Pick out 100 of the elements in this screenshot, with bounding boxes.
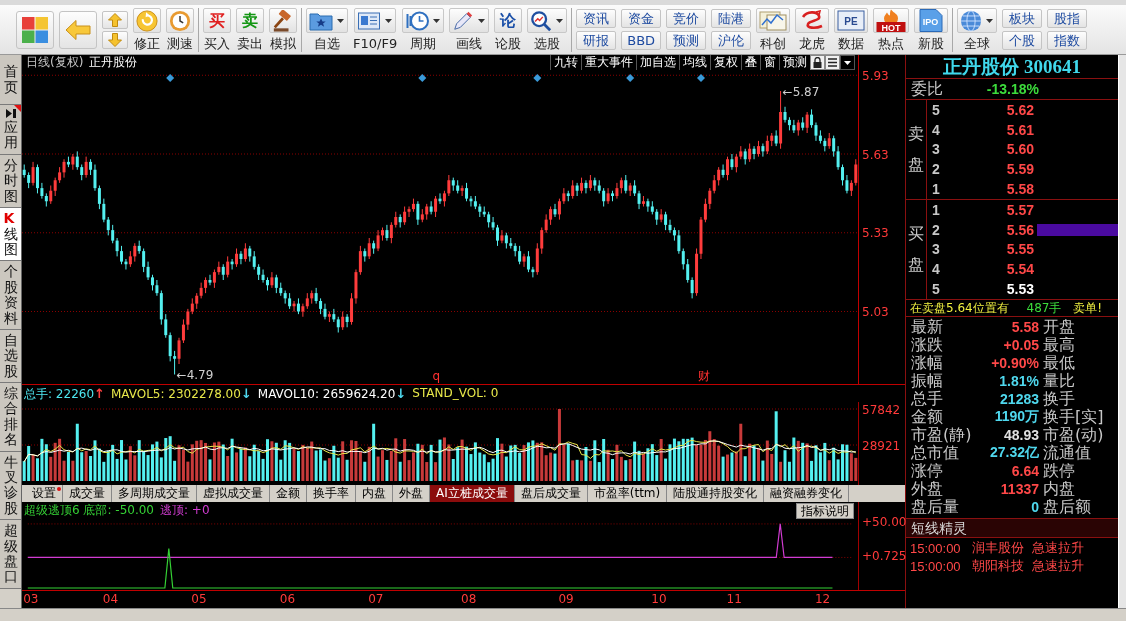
- indicator-axis-label: +0.725: [862, 549, 907, 563]
- ratio-label: 委比: [910, 78, 944, 100]
- candlestick: [434, 195, 438, 218]
- candlestick: [235, 248, 239, 268]
- caret-icon: [478, 18, 486, 23]
- stat-label: 量比: [1042, 372, 1075, 390]
- stat-label: 换手: [1042, 390, 1075, 408]
- grid-icon: [22, 16, 48, 43]
- stat-value: 11337: [1000, 481, 1039, 497]
- toolbar-button[interactable]: BBD: [621, 31, 662, 50]
- candlestick: [40, 182, 44, 200]
- stat-value: +0.05: [1003, 337, 1039, 353]
- alert-stock: 朝阳科技: [972, 557, 1024, 575]
- candlestick: [155, 279, 159, 297]
- price-axis-label: 5.33: [862, 226, 889, 241]
- event-diamond-icon[interactable]: [533, 74, 542, 82]
- candlestick: [142, 248, 146, 273]
- candlestick: [752, 145, 756, 160]
- candlestick: [575, 182, 579, 197]
- date-axis-label: 12: [814, 592, 831, 606]
- event-diamond-icon[interactable]: [626, 74, 635, 82]
- stat-label: 振幅: [910, 372, 943, 390]
- legend-item: 逃顶: +0: [160, 503, 210, 518]
- stat-value: 27.32亿: [989, 444, 1039, 462]
- menu-button[interactable]: [825, 55, 840, 70]
- down-button[interactable]: [102, 30, 128, 49]
- candlestick: [97, 185, 101, 210]
- pencil-icon: [452, 9, 475, 32]
- candlestick: [522, 253, 526, 268]
- chart-tool-button[interactable]: 窗: [760, 55, 779, 70]
- sidebar-tab[interactable]: 牛叉诊股: [0, 451, 21, 521]
- line-chart-icon: [759, 10, 788, 31]
- chart-tool-button[interactable]: 九转: [550, 55, 581, 70]
- indicator-help-button[interactable]: 指标说明: [796, 502, 854, 519]
- sidebar-tab[interactable]: 首页: [0, 55, 21, 105]
- stat-label: 盘后量: [910, 498, 959, 516]
- volume-axis-label: 57842: [862, 403, 901, 417]
- toolbar-button[interactable]: 竞价: [666, 9, 707, 28]
- stat-value: 0: [1031, 499, 1039, 515]
- toolbar-button[interactable]: 预测: [666, 31, 707, 50]
- candlestick: [518, 245, 522, 265]
- stat-label: 市盈(静): [910, 426, 972, 444]
- toolbar-button[interactable]: 指数: [1047, 31, 1088, 50]
- glyph-icon: 卖: [242, 10, 258, 31]
- candlestick: [637, 190, 641, 210]
- event-diamond-icon[interactable]: [166, 74, 175, 82]
- candlestick: [734, 153, 738, 173]
- candlestick: [243, 242, 247, 263]
- sidebar-tab[interactable]: 综合排名: [0, 383, 21, 452]
- candlestick: [274, 274, 278, 294]
- toolbar-button[interactable]: 股指: [1047, 9, 1088, 28]
- candlestick: [31, 161, 35, 186]
- price-extreme-label: ←4.79: [176, 368, 214, 382]
- chart-tool-button[interactable]: 均线: [679, 55, 710, 70]
- date-axis-label: 03: [23, 592, 39, 606]
- candlestick: [526, 250, 530, 273]
- toolbar-button[interactable]: 资金: [621, 9, 662, 28]
- chart-tool-button[interactable]: 加自选: [636, 55, 679, 70]
- sidebar-tab[interactable]: 自选股: [0, 329, 21, 384]
- candlestick: [75, 150, 79, 171]
- lock-button[interactable]: [810, 55, 825, 70]
- chart-tool-button[interactable]: 预测: [779, 55, 810, 70]
- up-button[interactable]: [102, 10, 128, 29]
- dropdown-button[interactable]: [840, 55, 855, 70]
- toolbar-button[interactable]: 个股: [1002, 31, 1043, 50]
- candlestick: [252, 250, 256, 270]
- stat-label: 涨停: [910, 462, 943, 480]
- sidebar-tab[interactable]: 应用: [0, 105, 21, 155]
- launcher-button[interactable]: [16, 10, 54, 49]
- caret-icon: [337, 18, 344, 23]
- sidebar-tab[interactable]: K线图: [0, 208, 21, 262]
- candlestick: [341, 311, 345, 331]
- stat-label: 涨跌: [910, 336, 943, 354]
- sidebar-tab[interactable]: 超级盘口: [0, 520, 21, 589]
- candlestick: [115, 237, 119, 257]
- sidebar-tab[interactable]: 分时图: [0, 155, 21, 209]
- chart-tool-button[interactable]: 重大事件: [581, 55, 636, 70]
- candlestick: [212, 269, 216, 289]
- stat-label: 流通值: [1042, 444, 1091, 462]
- candlestick: [805, 111, 809, 134]
- toolbar-button[interactable]: 板块: [1002, 9, 1043, 28]
- search-chart-icon: [530, 9, 553, 32]
- candlestick: [71, 153, 75, 171]
- chart-tool-button[interactable]: 叠: [741, 55, 760, 70]
- stat-label: 金额: [910, 408, 943, 426]
- event-diamond-icon[interactable]: [696, 74, 705, 82]
- toolbar-button[interactable]: 资讯: [576, 9, 617, 28]
- toolbar-button[interactable]: 研报: [576, 31, 617, 50]
- candlestick: [261, 269, 265, 284]
- event-marker[interactable]: q: [432, 369, 441, 383]
- event-diamond-icon[interactable]: [418, 74, 427, 82]
- clock-icon: [405, 9, 430, 32]
- sidebar-tab[interactable]: 个股资料: [0, 261, 21, 330]
- indicator-tab[interactable]: AI立桩成交量: [430, 485, 515, 502]
- toolbar-button[interactable]: 陆港: [711, 9, 752, 28]
- event-marker[interactable]: 财: [697, 369, 710, 383]
- chart-tool-button[interactable]: 复权: [710, 55, 741, 70]
- stat-label: 最低: [1042, 354, 1075, 372]
- toolbar-button[interactable]: 沪伦: [711, 31, 752, 50]
- candlestick: [376, 229, 380, 252]
